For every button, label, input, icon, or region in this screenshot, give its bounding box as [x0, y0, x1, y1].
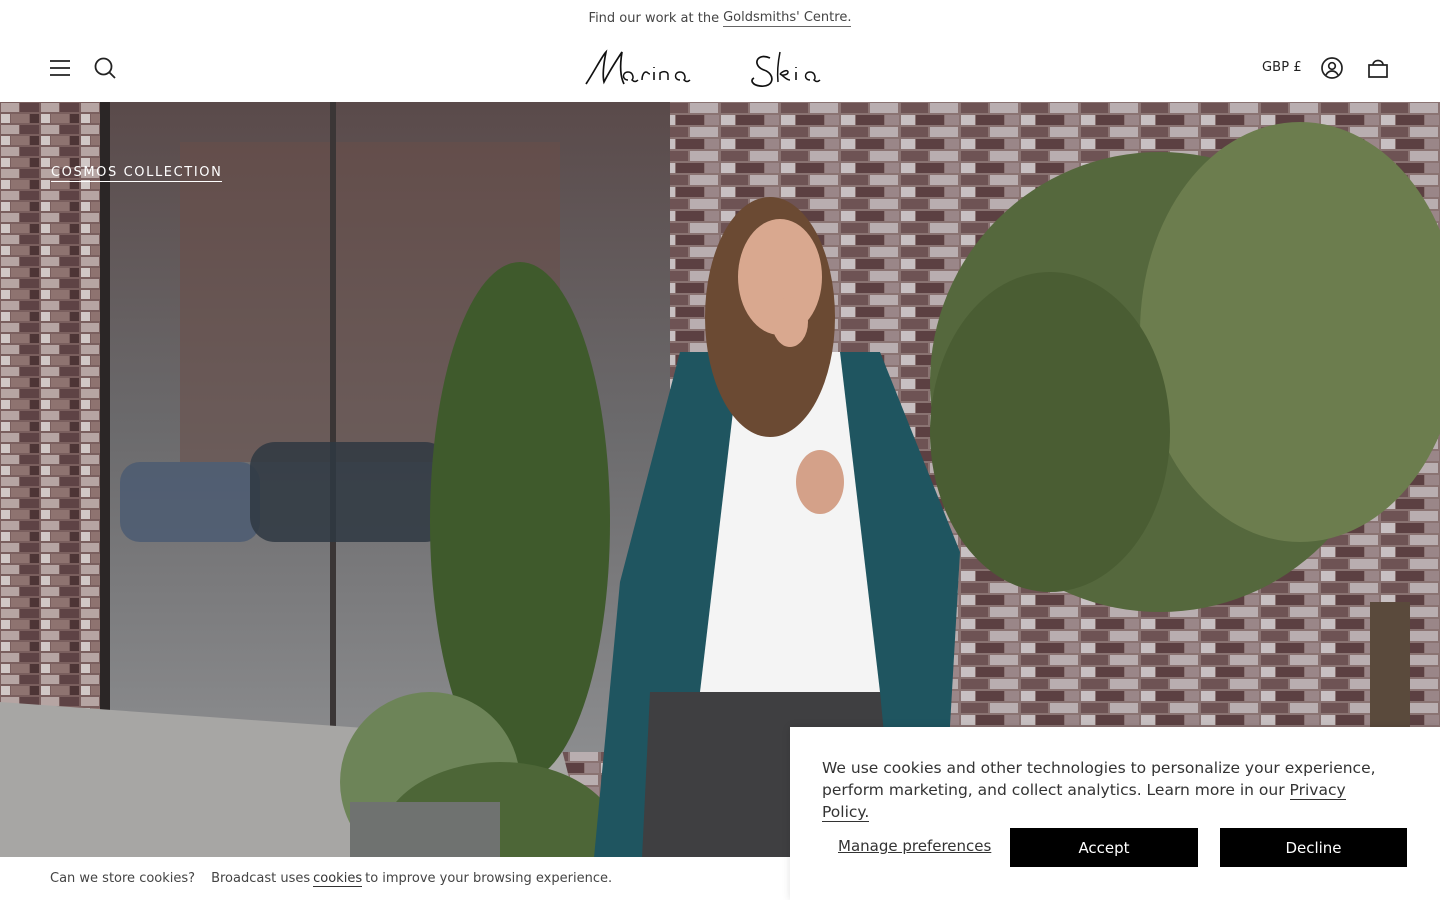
accept-button[interactable]: Accept [1010, 828, 1198, 867]
goldsmiths-centre-link[interactable]: Goldsmiths' Centre. [723, 10, 852, 27]
cookie-text-before: Broadcast uses [211, 871, 311, 886]
search-icon[interactable] [93, 56, 117, 80]
site-logo[interactable] [580, 44, 860, 96]
site-header: GBP £ [0, 36, 1440, 102]
decline-button[interactable]: Decline [1220, 828, 1407, 867]
cookie-consent-dialog: We use cookies and other technologies to… [790, 727, 1440, 900]
announcement-text: Find our work at the [588, 10, 720, 26]
cart-icon[interactable] [1366, 56, 1390, 80]
manage-preferences-button[interactable]: Manage preferences [838, 837, 991, 855]
account-icon[interactable] [1320, 56, 1344, 80]
cookie-text-after: to improve your browsing experience. [365, 871, 613, 886]
announcement-bar: Find our work at the Goldsmiths' Centre. [0, 0, 1440, 36]
cookie-question: Can we store cookies? [50, 871, 196, 886]
cosmos-collection-link[interactable]: COSMOS COLLECTION [51, 165, 223, 182]
logo-wordmark [585, 49, 821, 87]
menu-icon[interactable] [48, 56, 72, 80]
currency-selector[interactable]: GBP £ [1262, 60, 1302, 75]
consent-message: We use cookies and other technologies to… [822, 757, 1382, 823]
cookies-link[interactable]: cookies [313, 871, 363, 887]
